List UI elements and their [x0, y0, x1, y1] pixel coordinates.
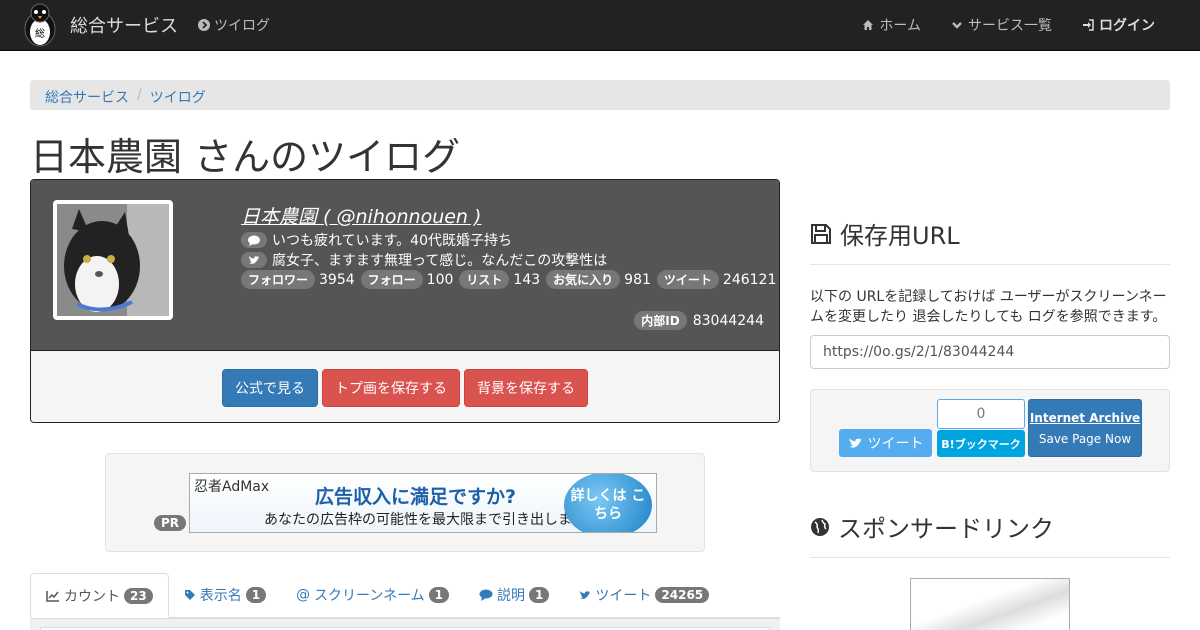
save-url-heading-text: 保存用URL: [840, 222, 960, 250]
sign-in-icon: [1083, 19, 1094, 31]
profile-bio-line: いつも疲れています。40代既婚子持ち: [241, 230, 512, 250]
comment-icon: [479, 589, 493, 601]
chevron-down-icon: [952, 22, 962, 29]
nav-services-label: サービス一覧: [968, 18, 1052, 34]
tab-screen-name[interactable]: @ スクリーンネーム 1: [281, 573, 464, 617]
ad-subtext: あなたの広告枠の可能性を最大限まで引き出します: [264, 512, 586, 528]
tab-screen-name-label: スクリーンネーム: [314, 588, 425, 604]
save-background-button[interactable]: 背景を保存する: [464, 368, 588, 407]
avatar: [53, 200, 173, 320]
hatena-count: 0: [937, 399, 1025, 429]
internal-id: 内部ID 83044244: [634, 311, 764, 330]
breadcrumb-separator: /: [137, 87, 142, 103]
pr-badge: PR: [154, 515, 187, 531]
count-table: [30, 618, 780, 630]
profile-last-tweet-line: 腐女子、ますます無理って感じ。なんだこの攻撃性は: [241, 250, 607, 270]
ad-cta: 詳しくは こちら: [564, 474, 652, 532]
nav-twilog-link[interactable]: ツイログ: [198, 15, 270, 35]
ad-brand: 忍者AdMax: [194, 479, 270, 495]
tab-screen-name-badge: 1: [428, 587, 450, 603]
tab-count[interactable]: カウント 23: [30, 573, 169, 618]
nav-home-label: ホーム: [879, 18, 921, 34]
tag-icon: [184, 590, 195, 600]
tab-count-label: カウント: [64, 588, 120, 605]
top-navbar: 総 総合サービス ツイログ ホーム サービス一覧 ログイン: [0, 0, 1200, 51]
sponsor-heading: スポンサードリンク: [810, 509, 1054, 544]
breadcrumb: 総合サービス / ツイログ: [30, 80, 1170, 110]
nav-twilog-label: ツイログ: [214, 18, 270, 34]
ia-title: Internet Archive: [1029, 411, 1141, 425]
brand-text: 総合サービス: [70, 16, 178, 37]
tab-tweets[interactable]: ツイート 24265: [564, 573, 724, 617]
nav-login-link[interactable]: ログイン: [1082, 15, 1155, 35]
chevron-circle-right-icon: [198, 19, 210, 31]
comment-icon: [241, 232, 267, 248]
stats-tabs: カウント 23 表示名 1 @ スクリーンネーム 1 説明 1 ツイート 242…: [30, 573, 780, 618]
twitter-bird-icon: [580, 591, 591, 599]
profile-stats: フォロワー 3954 フォロー 100 リスト 143 お気に入り 981 ツイ…: [241, 270, 778, 289]
nav-login-label: ログイン: [1099, 18, 1155, 34]
view-official-button[interactable]: 公式で見る: [222, 368, 318, 407]
ad-banner[interactable]: 忍者AdMax 広告収入に満足ですか? あなたの広告枠の可能性を最大限まで引き出…: [189, 473, 657, 533]
at-icon: @: [296, 587, 311, 603]
profile-name-link[interactable]: 日本農園 ( @nihonnouen ): [241, 202, 481, 229]
favorites-count: 981: [624, 271, 651, 288]
ad-headline: 広告収入に満足ですか?: [315, 486, 517, 508]
profile-panel: 日本農園 ( @nihonnouen ) いつも疲れています。40代既婚子持ち …: [30, 179, 780, 423]
tab-display-name-badge: 1: [245, 587, 267, 603]
lists-count: 143: [513, 271, 541, 288]
save-url-description: 以下の URLを記録しておけば ユーザーがスクリーンネームを変更したり 退会した…: [810, 289, 1167, 325]
divider: [810, 264, 1170, 265]
hatena-bookmark-button[interactable]: B!ブックマーク: [937, 430, 1025, 457]
tab-display-name[interactable]: 表示名 1: [169, 573, 281, 617]
followers-badge: フォロワー: [241, 270, 316, 289]
share-buttons: ツイート 0 B!ブックマーク Internet Archive Save Pa…: [810, 389, 1170, 472]
line-chart-icon: [46, 590, 59, 602]
save-url-heading: 保存用URL: [810, 216, 960, 251]
tab-count-badge: 23: [124, 587, 153, 604]
breadcrumb-item-home[interactable]: 総合サービス: [45, 87, 129, 106]
lists-badge: リスト: [459, 270, 510, 289]
home-icon: [863, 20, 874, 30]
svg-text:総: 総: [35, 27, 45, 40]
tab-description[interactable]: 説明 1: [464, 573, 564, 617]
following-count: 100: [426, 271, 454, 288]
tab-tweets-label: ツイート: [595, 588, 652, 604]
nav-home-link[interactable]: ホーム: [862, 15, 921, 35]
tab-description-label: 説明: [497, 588, 526, 604]
cat-avatar-image: [57, 204, 169, 316]
globe-icon: [811, 517, 829, 536]
ad-container: PR 忍者AdMax 広告収入に満足ですか? あなたの広告枠の可能性を最大限まで…: [105, 453, 705, 552]
sponsor-heading-text: スポンサードリンク: [838, 515, 1054, 543]
divider: [810, 557, 1170, 558]
tweet-button-label: ツイート: [867, 436, 924, 452]
save-url-input[interactable]: [810, 335, 1170, 369]
profile-last-tweet: 腐女子、ますます無理って感じ。なんだこの攻撃性は: [272, 253, 608, 269]
penguin-logo-icon: 総: [24, 3, 56, 47]
followers-count: 3954: [319, 271, 355, 288]
breadcrumb-item-twilog[interactable]: ツイログ: [150, 87, 206, 106]
following-badge: フォロー: [360, 270, 423, 289]
ia-subtitle: Save Page Now: [1038, 432, 1132, 446]
nav-services-link[interactable]: サービス一覧: [951, 15, 1052, 35]
internal-id-badge: 内部ID: [634, 311, 687, 330]
internet-archive-button[interactable]: Internet Archive Save Page Now: [1028, 399, 1142, 457]
tab-display-name-label: 表示名: [199, 588, 242, 604]
sponsor-ad-image[interactable]: [910, 578, 1070, 630]
floppy-disk-icon: [811, 223, 831, 244]
page-title: 日本農園 さんのツイログ: [30, 135, 461, 179]
tweets-count: 246121: [722, 271, 777, 288]
twitter-bird-icon: [849, 438, 861, 448]
save-header-image-button[interactable]: トプ画を保存する: [322, 368, 460, 407]
tweet-button[interactable]: ツイート: [839, 429, 932, 457]
internal-id-value: 83044244: [692, 312, 764, 329]
tab-tweets-badge: 24265: [655, 587, 710, 603]
favorites-badge: お気に入り: [546, 270, 621, 289]
profile-bio: いつも疲れています。40代既婚子持ち: [272, 233, 512, 249]
tweets-badge: ツイート: [656, 270, 719, 289]
brand-link[interactable]: 総 総合サービス: [20, 2, 178, 48]
tab-description-badge: 1: [529, 587, 550, 603]
twitter-bird-icon: [241, 252, 267, 268]
